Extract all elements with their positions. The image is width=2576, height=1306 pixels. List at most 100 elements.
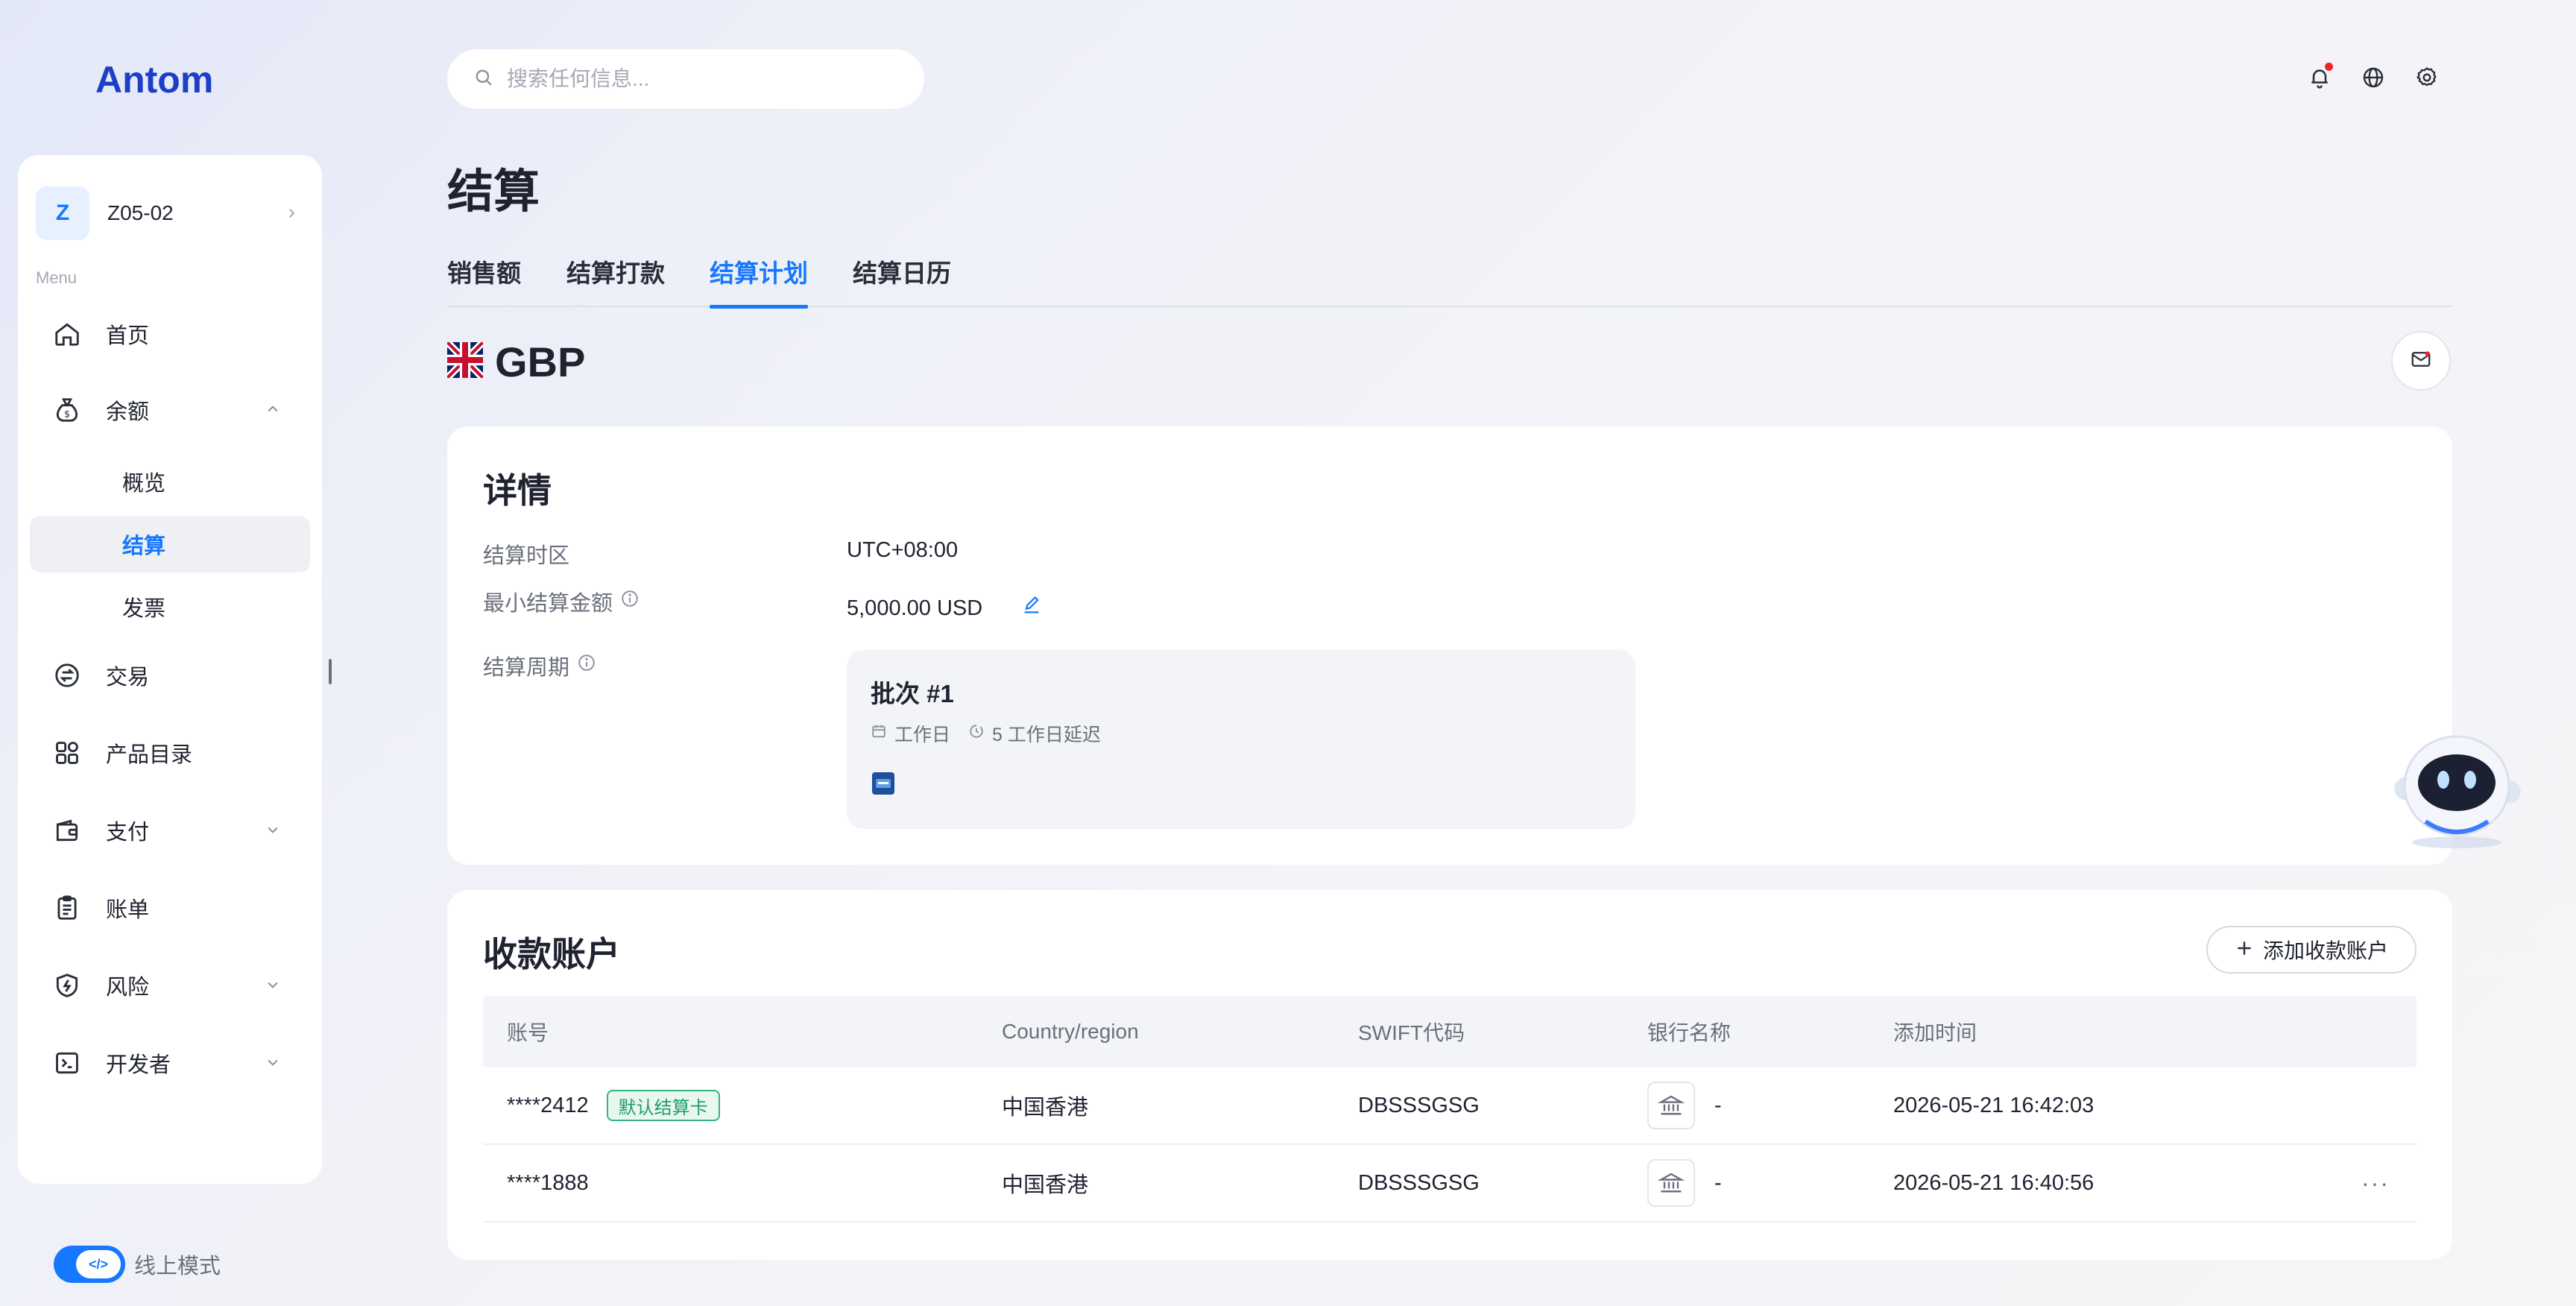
account-number: ****1888: [507, 1170, 589, 1195]
notification-bell-icon[interactable]: [2302, 60, 2337, 95]
table-header: 账号 Country/region SWIFT代码 银行名称 添加时间: [483, 996, 2416, 1067]
sidebar-item-label: 余额: [106, 400, 150, 424]
globe-icon[interactable]: [2355, 60, 2391, 95]
info-icon[interactable]: [577, 653, 596, 678]
added-time-cell: 2026-05-21 16:40:56: [1893, 1170, 2094, 1195]
added-time-cell: 2026-05-21 16:42:03: [1893, 1093, 2094, 1117]
min-amount-label-text: 最小结算金额: [483, 592, 613, 616]
sidebar-item-payments[interactable]: 支付: [30, 802, 310, 859]
home-icon: [51, 318, 83, 350]
batch-title: 批次 #1: [871, 680, 954, 707]
cycle-label-text: 结算周期: [483, 656, 570, 680]
sidebar-item-developer[interactable]: 开发者: [30, 1035, 310, 1091]
tab-bar: 销售额 结算打款 结算计划 结算日历: [447, 253, 2452, 309]
settlement-batch: 批次 #1 工作日 5 工作日延迟: [847, 650, 1635, 829]
bank-icon: [1647, 1082, 1695, 1129]
account-name: Z05-02: [107, 201, 174, 224]
notification-dot: [2325, 63, 2333, 71]
antom-logo[interactable]: Antom: [95, 57, 244, 101]
min-amount-label: 最小结算金额: [483, 586, 640, 617]
chevron-down-icon: [265, 974, 280, 998]
assistant-robot-icon[interactable]: [2382, 723, 2531, 850]
swift-cell: DBSSSGSG: [1358, 1170, 1480, 1195]
cycle-label: 结算周期: [483, 650, 596, 681]
batch-day-type: 工作日: [871, 720, 950, 747]
add-payee-account-button[interactable]: 添加收款账户: [2206, 926, 2416, 974]
default-card-badge: 默认结算卡: [606, 1090, 720, 1121]
table-row[interactable]: ****1888 中国香港 DBSSSGSG - 2026-05-21 16:4…: [483, 1145, 2416, 1223]
account-number: ****2412: [507, 1093, 589, 1117]
sidebar-item-label: 风险: [106, 976, 150, 1000]
sidebar-item-catalog[interactable]: 产品目录: [30, 725, 310, 781]
tab-settlement-payout[interactable]: 结算打款: [566, 253, 665, 307]
more-actions-icon[interactable]: ···: [2361, 1145, 2390, 1221]
day-type-text: 工作日: [894, 725, 951, 745]
column-header-bank: 银行名称: [1647, 1021, 1731, 1044]
mode-label: 线上模式: [134, 1255, 221, 1278]
bank-cell: -: [1647, 1145, 1722, 1221]
details-card: 详情 结算时区 UTC+08:00 最小结算金额 5,000.00 USD 结算…: [447, 426, 2452, 865]
mode-switch[interactable]: </>: [54, 1246, 125, 1283]
page-title: 结算: [447, 166, 540, 218]
search-input[interactable]: [507, 67, 894, 91]
code-icon: </>: [76, 1250, 121, 1278]
currency-code: GBP: [495, 338, 586, 385]
money-bag-icon: $: [51, 394, 83, 426]
wallet-icon: [51, 814, 83, 847]
min-amount-value: 5,000.00 USD: [847, 595, 1042, 622]
exchange-icon: [51, 659, 83, 692]
sidebar-item-balance[interactable]: $ 余额: [30, 382, 310, 438]
sidebar-item-transactions[interactable]: 交易: [30, 647, 310, 704]
sidebar-collapse-handle[interactable]: [329, 659, 332, 684]
bank-icon: [1647, 1159, 1695, 1207]
sidebar-item-label: 账单: [106, 898, 150, 922]
batch-meta: 工作日 5 工作日延迟: [871, 720, 1119, 747]
account-switcher[interactable]: Z Z05-02: [36, 182, 304, 245]
currency-header: GBP: [444, 335, 586, 388]
live-mode-toggle[interactable]: </> 线上模式: [54, 1245, 221, 1284]
bank-cell: -: [1647, 1067, 1722, 1143]
gear-icon[interactable]: [2409, 60, 2445, 95]
sidebar-item-bills[interactable]: 账单: [30, 880, 310, 936]
sidebar-subitem-settlement[interactable]: 结算: [30, 516, 310, 572]
details-title: 详情: [483, 471, 552, 510]
payee-accounts-card: 收款账户 添加收款账户 账号 Country/region SWIFT代码 银行…: [447, 890, 2452, 1260]
payee-accounts-table: 账号 Country/region SWIFT代码 银行名称 添加时间 ****…: [483, 996, 2416, 1223]
edit-icon[interactable]: [1021, 595, 1042, 622]
sidebar-item-home[interactable]: 首页: [30, 306, 310, 362]
column-header-swift: SWIFT代码: [1358, 1021, 1465, 1044]
payee-accounts-title: 收款账户: [483, 935, 620, 974]
sidebar-item-label: 支付: [106, 821, 150, 845]
tab-settlement-calendar[interactable]: 结算日历: [853, 253, 951, 307]
sidebar-item-risk[interactable]: 风险: [30, 957, 310, 1014]
sidebar-item-label: 交易: [106, 666, 150, 690]
chevron-right-icon: [285, 202, 298, 225]
sidebar-subitem-overview[interactable]: 概览: [30, 453, 310, 510]
sidebar-item-label: 产品目录: [106, 743, 193, 767]
svg-text:Antom: Antom: [95, 59, 213, 101]
timezone-label-text: 结算时区: [483, 544, 570, 568]
catalog-icon: [51, 736, 83, 769]
uk-flag-icon: [444, 339, 486, 382]
tab-settlement-plan[interactable]: 结算计划: [710, 253, 808, 309]
add-button-label: 添加收款账户: [2262, 939, 2388, 962]
column-header-added: 添加时间: [1893, 1021, 1977, 1044]
chevron-down-icon: [265, 1051, 280, 1076]
account-cell: ****1888: [507, 1145, 589, 1221]
account-cell: ****2412 默认结算卡: [507, 1067, 720, 1143]
search-bar[interactable]: [447, 49, 924, 109]
menu-caption: Menu: [36, 268, 78, 287]
region-cell: 中国香港: [1002, 1096, 1089, 1120]
clock-icon: [968, 723, 985, 745]
email-notify-button[interactable]: [2391, 331, 2451, 391]
bill-icon: [51, 892, 83, 924]
table-row[interactable]: ****2412 默认结算卡 中国香港 DBSSSGSG - 2026-05-2…: [483, 1067, 2416, 1145]
sidebar-subitem-invoice[interactable]: 发票: [30, 578, 310, 635]
info-icon[interactable]: [620, 589, 640, 614]
mail-icon: [2410, 348, 2432, 374]
terminal-icon: [51, 1047, 83, 1079]
batch-delay: 5 工作日延迟: [968, 720, 1101, 747]
tab-sales[interactable]: 销售额: [447, 253, 521, 307]
sidebar-item-label: 开发者: [106, 1053, 171, 1077]
avatar: Z: [36, 186, 89, 240]
